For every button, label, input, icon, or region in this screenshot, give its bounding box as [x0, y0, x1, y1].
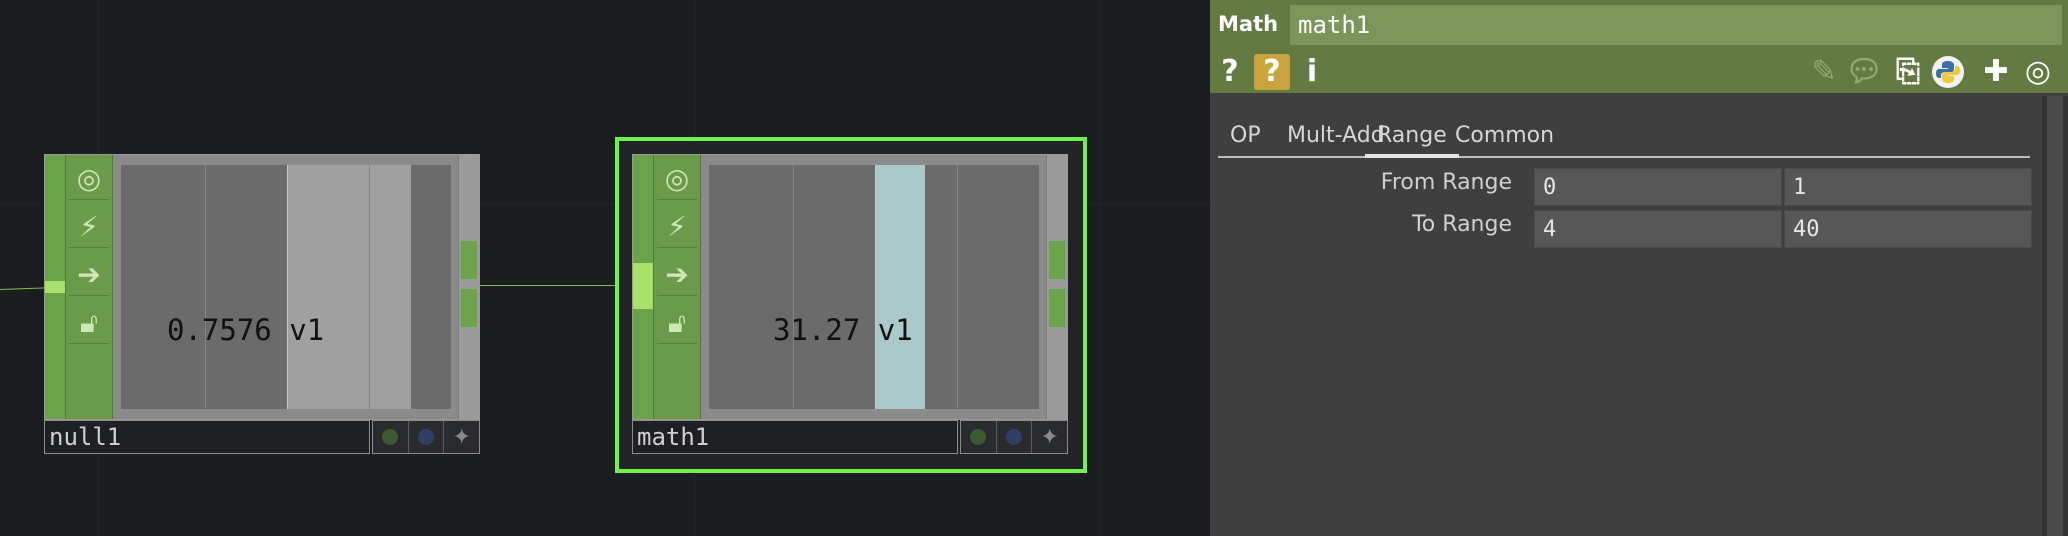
- node-input-strip: [45, 155, 66, 419]
- color-dot-icon: [418, 429, 434, 445]
- node-output-strip: [1046, 155, 1067, 419]
- cook-dot-icon: [970, 429, 987, 445]
- viewer-gridline: [369, 165, 370, 409]
- node-math1[interactable]: ◎ ⚡ ➔ 🔓︎ 31.27 v1 math1 ✦: [632, 154, 1068, 454]
- output-connector[interactable]: [1049, 241, 1065, 279]
- viewer-gridline: [957, 165, 958, 409]
- param-row-to-range: To Range 4 40: [1210, 208, 2032, 248]
- panel-scrollbar[interactable]: [2042, 96, 2068, 536]
- grid-line: [1100, 0, 1101, 536]
- node-buttons: ✦: [960, 420, 1068, 454]
- param-label[interactable]: To Range: [1412, 212, 1512, 237]
- node-flags: ◎ ⚡ ➔ 🔓︎: [66, 155, 113, 419]
- viewer-gridline: [287, 165, 288, 409]
- parameter-panel: Math math1 ? ? i ✎ 💬︎ ⎘ ✚ ◎ OP Mult-Add …: [1210, 0, 2068, 536]
- parameter-tabs: OP Mult-Add Range Common: [1218, 112, 2030, 158]
- panel-header: Math math1 ? ? i ✎ 💬︎ ⎘ ✚ ◎: [1210, 0, 2068, 93]
- node-input-strip: [633, 155, 654, 419]
- node-name-label[interactable]: math1: [632, 420, 958, 454]
- value-text: 0.7576: [167, 313, 272, 347]
- header-toolbar: ? ? i ✎ 💬︎ ⎘ ✚ ◎: [1210, 52, 2068, 92]
- cook-button[interactable]: [961, 421, 997, 453]
- output-connector[interactable]: [461, 241, 477, 279]
- color-dot-icon: [1006, 429, 1022, 445]
- python-help-icon[interactable]: ?: [1254, 54, 1290, 90]
- connection-wire[interactable]: [480, 285, 635, 286]
- info-icon[interactable]: i: [1294, 54, 1330, 90]
- channel-value: 0.7576 v1: [167, 313, 324, 347]
- info-glyph: i: [1306, 54, 1318, 89]
- star-icon: ✦: [1040, 424, 1059, 450]
- bypass-flag-icon[interactable]: ⚡: [657, 207, 697, 248]
- value-bar: [287, 165, 411, 409]
- bypass-flag-icon[interactable]: ⚡: [69, 207, 109, 248]
- python-logo-icon: [1936, 61, 1960, 83]
- viewer-flag-icon[interactable]: ◎: [657, 159, 697, 200]
- add-icon[interactable]: ✚: [1978, 54, 2014, 90]
- node-flags: ◎ ⚡ ➔ 🔓︎: [654, 155, 701, 419]
- from-range-max-field[interactable]: 1: [1784, 168, 2032, 206]
- tab-op[interactable]: OP: [1218, 118, 1273, 154]
- cook-dot-icon: [382, 429, 399, 445]
- input-connector[interactable]: [45, 281, 65, 293]
- export-flag-icon[interactable]: ➔: [657, 255, 697, 296]
- node-null1[interactable]: ◎ ⚡ ➔ 🔓︎ 0.7576 v1 null1 ✦: [44, 154, 480, 454]
- viewer-gridline: [205, 165, 206, 409]
- lock-flag-icon[interactable]: 🔓︎: [657, 303, 697, 344]
- edit-icon[interactable]: ✎: [1806, 54, 1842, 90]
- color-button[interactable]: [997, 421, 1033, 453]
- export-flag-icon[interactable]: ➔: [69, 255, 109, 296]
- from-range-min-field[interactable]: 0: [1534, 168, 1782, 206]
- channel-name: v1: [877, 313, 913, 347]
- op-name-field[interactable]: math1: [1290, 5, 2062, 45]
- viewer-gridline: [875, 165, 876, 409]
- output-connector[interactable]: [1049, 289, 1065, 327]
- value-text: 31.27: [773, 313, 861, 347]
- pin-button[interactable]: ✦: [1032, 421, 1067, 453]
- channel-value: 31.27 v1: [773, 313, 913, 347]
- channel-name: v1: [289, 313, 325, 347]
- node-buttons: ✦: [372, 420, 480, 454]
- node-body[interactable]: ◎ ⚡ ➔ 🔓︎ 0.7576 v1: [44, 154, 480, 420]
- output-connector[interactable]: [461, 289, 477, 327]
- network-editor[interactable]: ◎ ⚡ ➔ 🔓︎ 0.7576 v1 null1 ✦ ◎ ⚡ ➔ 🔓︎ 31.2…: [0, 0, 1210, 536]
- to-range-min-field[interactable]: 4: [1534, 210, 1782, 248]
- node-output-strip: [458, 155, 479, 419]
- to-range-max-field[interactable]: 40: [1784, 210, 2032, 248]
- target-icon[interactable]: ◎: [2020, 54, 2056, 90]
- node-body[interactable]: ◎ ⚡ ➔ 🔓︎ 31.27 v1: [632, 154, 1068, 420]
- value-bar: [875, 165, 925, 409]
- python-icon[interactable]: [1932, 56, 1964, 88]
- color-button[interactable]: [409, 421, 445, 453]
- help-icon[interactable]: ?: [1212, 54, 1248, 90]
- node-name-label[interactable]: null1: [44, 420, 370, 454]
- node-viewer: 0.7576 v1: [121, 165, 451, 409]
- cook-button[interactable]: [373, 421, 409, 453]
- viewer-flag-icon[interactable]: ◎: [69, 159, 109, 200]
- lock-flag-icon[interactable]: 🔓︎: [69, 303, 109, 344]
- tab-common[interactable]: Common: [1443, 118, 1566, 154]
- input-connector[interactable]: [633, 263, 653, 309]
- pin-button[interactable]: ✦: [444, 421, 479, 453]
- node-viewer: 31.27 v1: [709, 165, 1039, 409]
- clipboard-icon[interactable]: ⎘: [1890, 54, 1926, 90]
- comment-icon[interactable]: 💬︎: [1845, 54, 1883, 90]
- op-type-label: Math: [1218, 12, 1279, 36]
- help-glyph: ?: [1221, 54, 1239, 89]
- param-label[interactable]: From Range: [1381, 170, 1512, 195]
- input-wire: [0, 287, 46, 290]
- star-icon: ✦: [452, 424, 471, 450]
- scrollbar-thumb[interactable]: [2047, 96, 2063, 536]
- python-help-glyph: ?: [1263, 54, 1281, 89]
- param-row-from-range: From Range 0 1: [1210, 166, 2032, 206]
- viewer-gridline: [793, 165, 794, 409]
